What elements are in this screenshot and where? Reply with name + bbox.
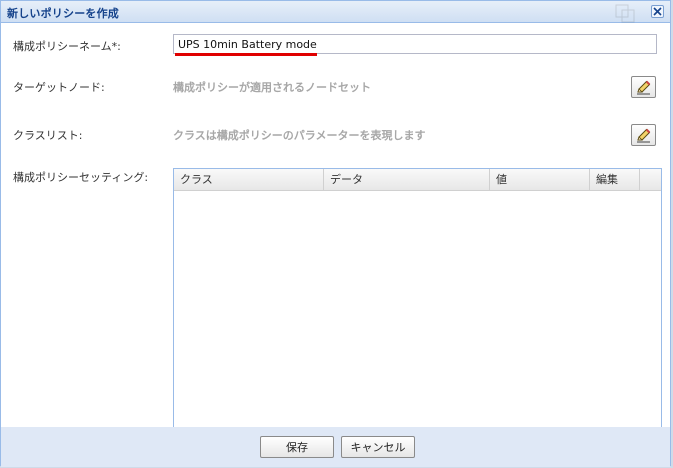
class-list-hint: クラスは構成ポリシーのパラメーターを表現します — [173, 129, 426, 142]
close-icon — [653, 7, 662, 16]
policy-settings-label: 構成ポリシーセッティング: — [13, 171, 149, 184]
policy-settings-grid: クラス データ 値 編集 — [173, 168, 662, 429]
create-policy-dialog: 新しいポリシーを作成 構成ポリシーネーム*: ターゲットノード: 構成ポリシーが… — [0, 0, 671, 467]
target-node-hint: 構成ポリシーが適用されるノードセット — [173, 81, 371, 94]
edit-target-node-button[interactable] — [631, 76, 656, 98]
target-node-label: ターゲットノード: — [13, 81, 105, 94]
dialog-title: 新しいポリシーを作成 — [7, 7, 119, 20]
dialog-body: 構成ポリシーネーム*: ターゲットノード: 構成ポリシーが適用されるノードセット… — [1, 23, 670, 429]
pencil-icon — [637, 80, 651, 94]
edit-class-list-button[interactable] — [631, 124, 656, 146]
save-button[interactable]: 保存 — [260, 436, 334, 458]
name-underline-annotation — [175, 53, 317, 56]
grid-column-data[interactable]: データ — [324, 169, 490, 191]
policy-name-input[interactable] — [173, 34, 657, 54]
grid-column-class[interactable]: クラス — [174, 169, 324, 191]
class-list-label: クラスリスト: — [13, 129, 83, 142]
pencil-icon — [637, 128, 651, 142]
cancel-button[interactable]: キャンセル — [341, 436, 415, 458]
grid-column-edit[interactable]: 編集 — [590, 169, 640, 191]
close-button[interactable] — [651, 5, 664, 18]
dialog-titlebar: 新しいポリシーを作成 — [1, 1, 670, 23]
dialog-footer: 保存 キャンセル — [1, 427, 670, 467]
policy-name-label: 構成ポリシーネーム*: — [13, 40, 121, 53]
grid-column-value[interactable]: 値 — [490, 169, 590, 191]
grid-column-scroll-spacer — [640, 169, 661, 191]
background-window-icon — [615, 4, 635, 23]
grid-header: クラス データ 値 編集 — [174, 169, 661, 191]
